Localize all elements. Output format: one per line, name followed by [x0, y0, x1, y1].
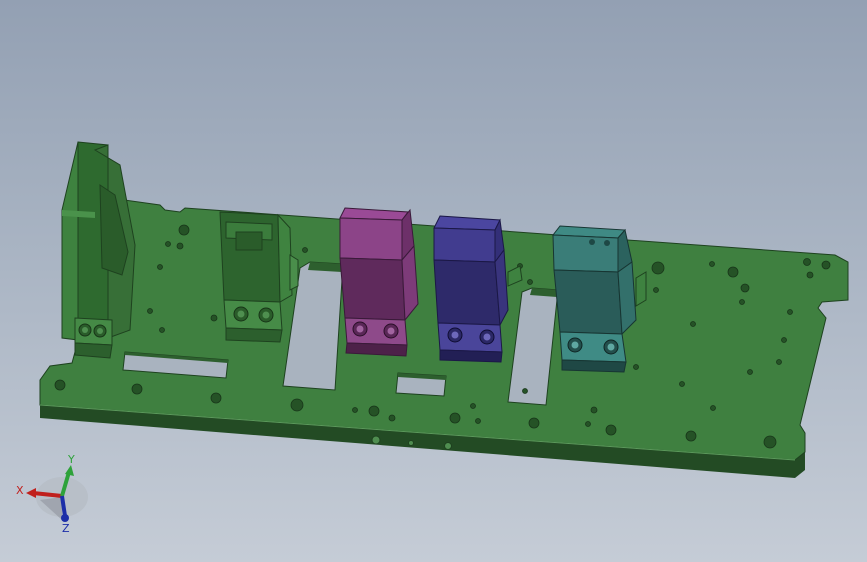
cad-viewport[interactable]: X Y Z	[0, 0, 867, 562]
locator-block-magenta[interactable]	[339, 207, 419, 357]
orientation-triad[interactable]: X Y Z	[16, 453, 88, 535]
triad-x-label: X	[16, 484, 24, 497]
triad-z-label: Z	[62, 522, 70, 535]
triad-y-label: Y	[67, 453, 75, 466]
tall-bracket-left[interactable]	[61, 141, 136, 359]
assembly-model[interactable]: X Y Z	[0, 0, 867, 562]
